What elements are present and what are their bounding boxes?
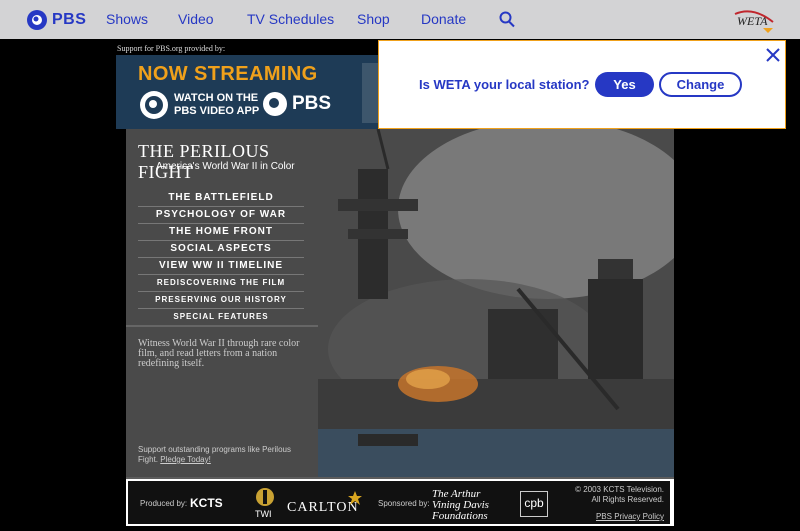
sponsored-by-label: Sponsored by: (378, 499, 430, 508)
support-text: Support outstanding programs like Perilo… (138, 445, 308, 465)
nav-video[interactable]: Video (178, 11, 214, 27)
banner-line-2: PBS VIDEO APP (174, 105, 260, 117)
perilous-fight-site: THE PERILOUS FIGHT America's World War I… (126, 129, 674, 477)
streaming-ad-banner[interactable]: NOW STREAMING WATCH ON THE PBS VIDEO APP… (116, 55, 378, 129)
battleship-photo (318, 129, 674, 477)
foundation-line-3: Foundations (432, 510, 488, 522)
intro-text: Witness World War II through rare color … (138, 338, 300, 369)
weta-station-logo[interactable]: WETA (733, 8, 775, 34)
sponsor-label: Support for PBS.org provided by: (117, 44, 226, 53)
banner-promo-image (362, 63, 378, 123)
weta-logo-text: WETA (737, 14, 768, 28)
nav-shows[interactable]: Shows (106, 11, 148, 27)
pbs-logo[interactable]: PBS (27, 9, 86, 31)
yes-button[interactable]: Yes (595, 72, 654, 97)
nav-donate[interactable]: Donate (421, 11, 466, 27)
pbs-header: PBS Shows Video TV Schedules Shop Donate… (0, 0, 800, 39)
copyright-line-1: © 2003 KCTS Television. (575, 485, 664, 494)
menu-social-aspects[interactable]: SOCIAL ASPECTS (138, 241, 304, 258)
site-footer: Produced by: KCTS TWI CARLTON Sponsored … (126, 477, 674, 526)
privacy-policy-link[interactable]: PBS Privacy Policy (574, 512, 664, 521)
battleship-image (318, 129, 674, 477)
left-panel: THE PERILOUS FIGHT America's World War I… (126, 129, 318, 477)
banner-pbs-logo: PBS (262, 91, 331, 117)
kcts-logo[interactable]: KCTS (190, 496, 223, 510)
produced-by-label: Produced by: (140, 499, 188, 508)
menu-preserving-history[interactable]: PRESERVING OUR HISTORY (138, 292, 304, 309)
pbs-head-icon (27, 10, 47, 30)
pbs-logo-text: PBS (52, 11, 87, 28)
banner-headline: NOW STREAMING (138, 63, 318, 85)
twi-text: TWI (255, 509, 272, 519)
menu-psychology-of-war[interactable]: PSYCHOLOGY OF WAR (138, 207, 304, 224)
footer-inner: Produced by: KCTS TWI CARLTON Sponsored … (128, 481, 670, 524)
carlton-star-icon (348, 491, 362, 510)
menu-divider (126, 325, 318, 327)
menu-rediscovering-film[interactable]: REDISCOVERING THE FILM (138, 275, 304, 292)
twi-logo[interactable]: TWI (255, 487, 275, 521)
banner-pbs-text: PBS (292, 93, 332, 114)
menu-home-front[interactable]: THE HOME FRONT (138, 224, 304, 241)
pledge-today-link[interactable]: Pledge Today! (160, 455, 211, 464)
menu-ww2-timeline[interactable]: VIEW WW II TIMELINE (138, 258, 304, 275)
menu-special-features[interactable]: SPECIAL FEATURES (138, 309, 304, 326)
station-question: Is WETA your local station? (419, 77, 590, 92)
change-button[interactable]: Change (659, 72, 742, 97)
copyright-text: © 2003 KCTS Television. All Rights Reser… (574, 485, 664, 505)
banner-line-1: WATCH ON THE (174, 92, 259, 104)
pbs-head-icon (263, 92, 287, 116)
nav-shop[interactable]: Shop (357, 11, 390, 27)
pbs-app-icon (140, 91, 168, 119)
copyright-line-2: All Rights Reserved. (591, 495, 664, 504)
nav-tv-schedules[interactable]: TV Schedules (247, 11, 334, 27)
davis-foundations-logo[interactable]: The Arthur Vining Davis Foundations (432, 489, 489, 522)
menu-battlefield[interactable]: THE BATTLEFIELD (138, 190, 304, 207)
cpb-logo[interactable]: cpb (520, 491, 548, 517)
search-icon[interactable] (499, 11, 515, 31)
local-station-modal: Is WETA your local station? Yes Change (378, 40, 786, 129)
twi-emblem-icon (256, 488, 274, 506)
close-icon[interactable] (765, 47, 781, 63)
site-subtitle: America's World War II in Color (156, 161, 295, 172)
